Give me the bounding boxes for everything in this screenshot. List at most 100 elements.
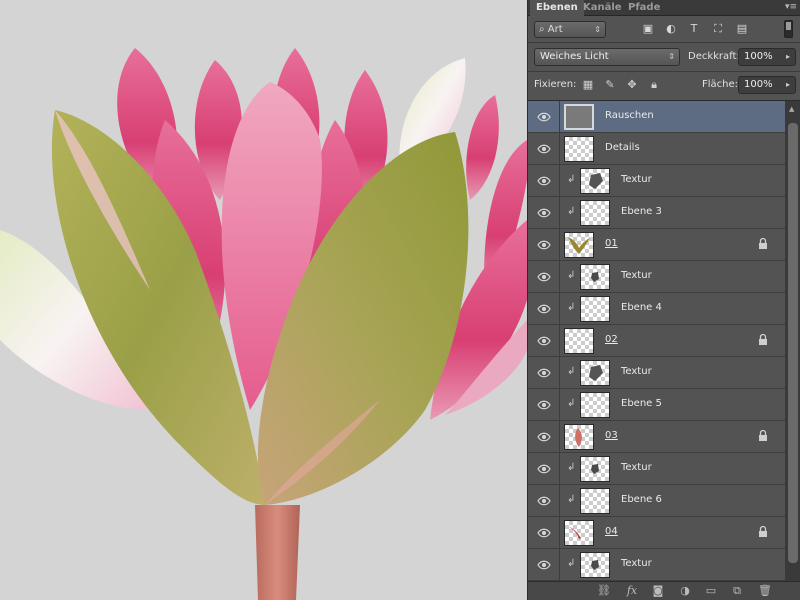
layer-row[interactable]: ↲ Textur: [528, 165, 785, 197]
visibility-eye-icon[interactable]: [528, 389, 560, 420]
layer-row[interactable]: 03: [528, 421, 785, 453]
layer-name[interactable]: Ebene 5: [621, 398, 662, 409]
visibility-eye-icon[interactable]: [528, 357, 560, 388]
layer-name[interactable]: 04: [605, 526, 618, 537]
updown-caret-icon: ⇕: [668, 52, 675, 61]
panel-tab-bar: Ebenen Kanäle Pfade ▾≡: [528, 0, 800, 17]
layer-name[interactable]: 03: [605, 430, 618, 441]
lock-transparent-icon[interactable]: ▦: [581, 78, 595, 92]
layer-thumbnail[interactable]: [564, 136, 594, 162]
layer-row[interactable]: 04: [528, 517, 785, 549]
chevron-down-icon: ▸: [785, 80, 790, 89]
visibility-eye-icon[interactable]: [528, 325, 560, 356]
delete-layer-icon[interactable]: 🗑︎: [757, 584, 773, 598]
layer-lock-icon: [758, 333, 768, 345]
lock-all-icon[interactable]: 🔒︎: [647, 78, 661, 92]
smart-object-filter-icon[interactable]: ▤: [735, 22, 749, 36]
adjustment-layer-icon[interactable]: ◑: [677, 584, 693, 598]
opacity-field[interactable]: 100% ▸: [738, 48, 796, 66]
fx-icon[interactable]: fx: [624, 584, 640, 598]
scrollbar-thumb[interactable]: [788, 123, 798, 563]
layers-scrollbar[interactable]: ▲: [785, 101, 800, 581]
clipping-mask-icon: ↲: [567, 206, 576, 217]
lock-paint-icon[interactable]: ✎: [603, 78, 617, 92]
visibility-eye-icon[interactable]: [528, 101, 560, 132]
layer-thumbnail[interactable]: [564, 104, 594, 130]
visibility-eye-icon[interactable]: [528, 229, 560, 260]
link-layers-icon[interactable]: ⛓: [596, 584, 612, 598]
layers-list: Rauschen Details ↲ Textur ↲ Ebene 3 01 ↲ Textur ↲…: [528, 101, 785, 581]
new-layer-icon[interactable]: ⧉: [729, 584, 745, 598]
filter-kind-select[interactable]: ⌕ Art ⇕: [534, 21, 606, 38]
layer-row[interactable]: ↲ Textur: [528, 549, 785, 581]
layer-thumbnail[interactable]: [580, 264, 610, 290]
layer-row[interactable]: ↲ Ebene 3: [528, 197, 785, 229]
layer-name[interactable]: Ebene 3: [621, 206, 662, 217]
layer-thumbnail[interactable]: [564, 232, 594, 258]
clipping-mask-icon: ↲: [567, 558, 576, 569]
visibility-eye-icon[interactable]: [528, 549, 560, 580]
layer-name[interactable]: Textur: [621, 462, 652, 473]
shape-filter-icon[interactable]: ⛶: [711, 22, 725, 36]
visibility-eye-icon[interactable]: [528, 197, 560, 228]
layer-row[interactable]: 01: [528, 229, 785, 261]
layer-name[interactable]: 02: [605, 334, 618, 345]
layer-thumbnail[interactable]: [580, 360, 610, 386]
layer-thumbnail[interactable]: [580, 392, 610, 418]
layer-row[interactable]: ↲ Ebene 4: [528, 293, 785, 325]
add-mask-icon[interactable]: ◙: [650, 584, 666, 598]
layer-row[interactable]: Rauschen: [528, 101, 785, 133]
adjustment-filter-icon[interactable]: ◐: [664, 22, 678, 36]
blend-mode-select[interactable]: Weiches Licht ⇕: [534, 48, 680, 66]
visibility-eye-icon[interactable]: [528, 133, 560, 164]
visibility-eye-icon[interactable]: [528, 421, 560, 452]
image-filter-icon[interactable]: ▣: [641, 22, 655, 36]
document-canvas[interactable]: [0, 0, 527, 600]
layer-row[interactable]: ↲ Ebene 6: [528, 485, 785, 517]
visibility-eye-icon[interactable]: [528, 485, 560, 516]
layer-row[interactable]: ↲ Textur: [528, 261, 785, 293]
layer-thumbnail[interactable]: [580, 456, 610, 482]
layer-row[interactable]: ↲ Textur: [528, 453, 785, 485]
filter-toggle[interactable]: [784, 20, 793, 38]
layer-thumbnail[interactable]: [580, 488, 610, 514]
lock-move-icon[interactable]: ✥: [625, 78, 639, 92]
tab-pfade[interactable]: Pfade: [622, 0, 666, 16]
fill-field[interactable]: 100% ▸: [738, 76, 796, 94]
layer-thumbnail[interactable]: [580, 200, 610, 226]
layer-thumbnail[interactable]: [564, 424, 594, 450]
visibility-eye-icon[interactable]: [528, 261, 560, 292]
layer-thumbnail[interactable]: [564, 520, 594, 546]
layer-thumbnail[interactable]: [564, 328, 594, 354]
layer-name[interactable]: Textur: [621, 366, 652, 377]
new-group-icon[interactable]: ▭: [703, 584, 719, 598]
layer-thumbnail[interactable]: [580, 296, 610, 322]
clipping-mask-icon: ↲: [567, 366, 576, 377]
tab-kanaele[interactable]: Kanäle: [577, 0, 628, 16]
layer-row[interactable]: Details: [528, 133, 785, 165]
layer-name[interactable]: 01: [605, 238, 618, 249]
type-filter-icon[interactable]: T: [687, 22, 701, 36]
visibility-eye-icon[interactable]: [528, 517, 560, 548]
layer-name[interactable]: Textur: [621, 558, 652, 569]
visibility-eye-icon[interactable]: [528, 165, 560, 196]
layer-thumbnail[interactable]: [580, 168, 610, 194]
layer-name[interactable]: Rauschen: [605, 110, 654, 121]
layer-name[interactable]: Textur: [621, 174, 652, 185]
visibility-eye-icon[interactable]: [528, 453, 560, 484]
tab-ebenen[interactable]: Ebenen: [530, 0, 584, 17]
scroll-up-icon[interactable]: ▲: [789, 105, 794, 113]
layer-thumbnail[interactable]: [580, 552, 610, 578]
layer-name[interactable]: Textur: [621, 270, 652, 281]
layer-lock-icon: [758, 237, 768, 249]
visibility-eye-icon[interactable]: [528, 293, 560, 324]
fill-label: Fläche:: [702, 79, 739, 90]
layer-row[interactable]: ↲ Textur: [528, 357, 785, 389]
layer-row[interactable]: 02: [528, 325, 785, 357]
layer-row[interactable]: ↲ Ebene 5: [528, 389, 785, 421]
clipping-mask-icon: ↲: [567, 302, 576, 313]
layer-name[interactable]: Ebene 6: [621, 494, 662, 505]
layer-name[interactable]: Ebene 4: [621, 302, 662, 313]
panel-menu-icon[interactable]: ▾≡: [785, 0, 797, 16]
layer-name[interactable]: Details: [605, 142, 640, 153]
